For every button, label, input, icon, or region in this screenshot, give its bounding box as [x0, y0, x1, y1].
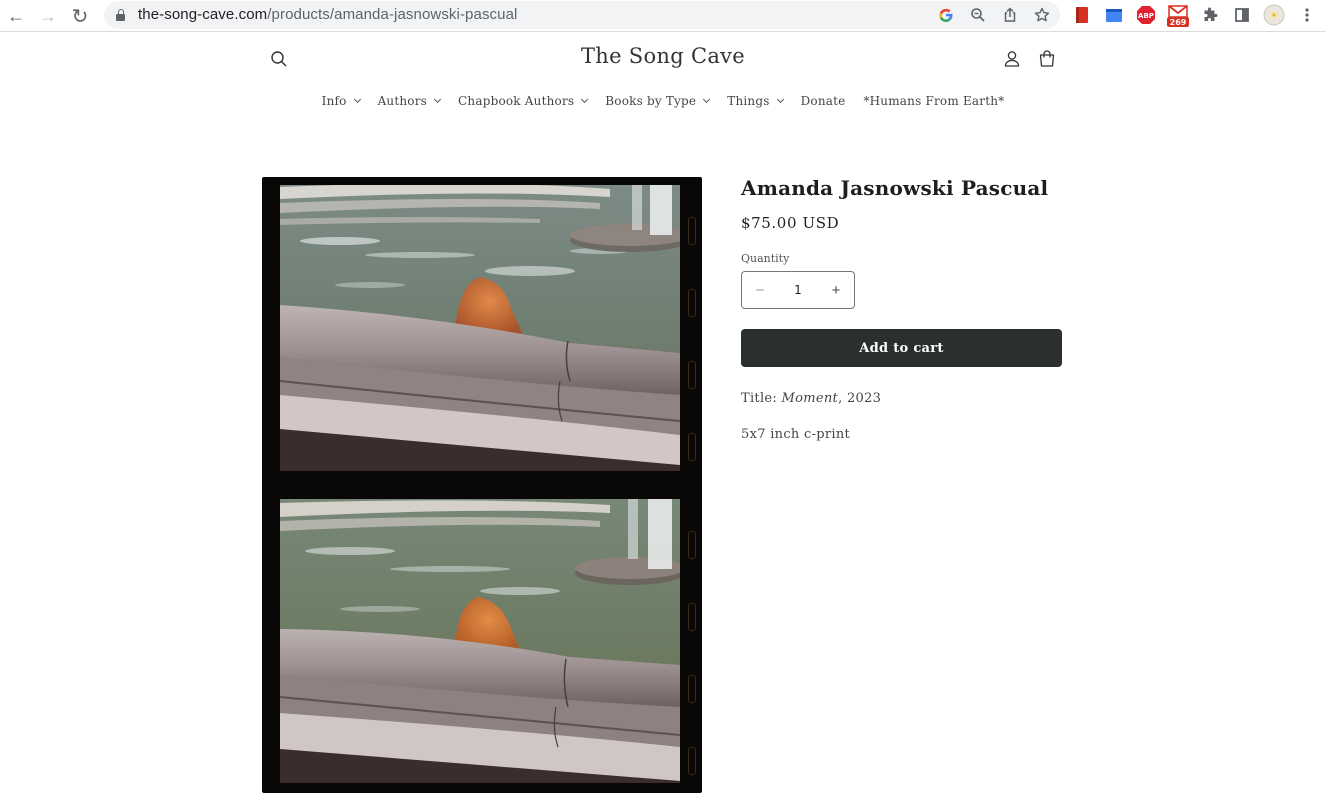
add-to-cart-button[interactable]: Add to cart [741, 329, 1062, 367]
film-sprocket [688, 747, 696, 775]
chevron-down-icon [581, 95, 589, 104]
menu-item-label: Chapbook Authors [458, 94, 575, 108]
menu-item-label: Info [321, 94, 347, 108]
extensions-puzzle-icon[interactable] [1200, 5, 1220, 25]
product-title: Amanda Jasnowski Pascual [741, 176, 1049, 200]
film-sprocket [688, 433, 696, 461]
chevron-down-icon [433, 95, 442, 104]
svg-text:ABP: ABP [1138, 12, 1154, 20]
menu-item-humans-from-earth[interactable]: *Humans From Earth* [854, 94, 1013, 108]
photo-frame-bottom [280, 499, 680, 783]
decrease-quantity-button[interactable]: − [742, 272, 778, 308]
chevron-down-icon [703, 95, 711, 104]
menu-item-things[interactable]: Things [718, 94, 791, 108]
back-arrow-icon[interactable]: ← [4, 4, 28, 28]
film-sprocket [688, 361, 696, 389]
product-image[interactable] [262, 177, 702, 793]
zoom-icon[interactable] [968, 5, 988, 25]
quantity-label: Quantity [741, 252, 790, 265]
product-title-line: Title: Moment, 2023 [741, 391, 881, 406]
profile-avatar[interactable] [1263, 4, 1285, 26]
reload-icon[interactable]: ↻ [68, 4, 92, 28]
film-sprocket [688, 289, 696, 317]
photo-frame-top [280, 185, 680, 471]
title-prefix: Title: [741, 391, 782, 406]
address-bar[interactable]: the-song-cave.com/products/amanda-jasnow… [104, 1, 1060, 29]
menu-item-label: *Humans From Earth* [863, 94, 1005, 108]
url-path: /products/amanda-jasnowski-pascual [267, 6, 518, 23]
red-book-extension-icon[interactable] [1072, 5, 1092, 25]
site-title[interactable]: The Song Cave [0, 44, 1326, 68]
increase-quantity-button[interactable]: + [818, 272, 854, 308]
chevron-down-icon [353, 95, 361, 104]
quantity-input[interactable] [778, 275, 818, 305]
url-domain: the-song-cave.com [138, 6, 268, 23]
url-text[interactable]: the-song-cave.com/products/amanda-jasnow… [138, 6, 517, 23]
account-icon[interactable] [1001, 48, 1023, 70]
blue-window-extension-icon[interactable] [1104, 5, 1124, 25]
menu-item-chapbook-authors[interactable]: Chapbook Authors [449, 94, 596, 108]
film-sprocket [688, 217, 696, 245]
share-icon[interactable] [1000, 5, 1020, 25]
svg-text:269: 269 [1170, 18, 1187, 27]
menu-item-books-by-type[interactable]: Books by Type [596, 94, 718, 108]
lock-icon[interactable] [116, 9, 125, 21]
film-sprocket [688, 603, 696, 631]
cart-icon[interactable] [1036, 48, 1058, 70]
menu-item-authors[interactable]: Authors [369, 94, 449, 108]
film-sprocket [688, 675, 696, 703]
side-panel-icon[interactable] [1232, 5, 1252, 25]
main-menu: Info Authors Chapbook Authors Books by T… [0, 94, 1326, 108]
menu-item-label: Books by Type [605, 94, 697, 108]
menu-item-info[interactable]: Info [313, 94, 369, 108]
chevron-down-icon [776, 95, 784, 104]
browser-toolbar: ← → ↻ the-song-cave.com/products/amanda-… [0, 0, 1326, 32]
menu-item-label: Donate [800, 94, 846, 108]
product-spec: 5x7 inch c-print [741, 427, 851, 442]
menu-item-donate[interactable]: Donate [792, 94, 855, 108]
menu-item-label: Authors [377, 94, 428, 108]
title-work: Moment [781, 391, 839, 406]
google-icon[interactable] [936, 5, 956, 25]
quantity-stepper: − + [741, 271, 855, 309]
title-suffix: , 2023 [838, 391, 882, 406]
adblock-plus-extension-icon[interactable]: ABP [1136, 5, 1156, 25]
gmail-extension-icon[interactable]: 269 [1166, 4, 1190, 28]
film-sprocket [688, 531, 696, 559]
bookmark-star-icon[interactable] [1032, 5, 1052, 25]
forward-arrow-icon[interactable]: → [36, 4, 60, 28]
menu-item-label: Things [727, 94, 770, 108]
product-price: $75.00 USD [741, 214, 840, 232]
browser-menu-icon[interactable] [1297, 5, 1317, 25]
